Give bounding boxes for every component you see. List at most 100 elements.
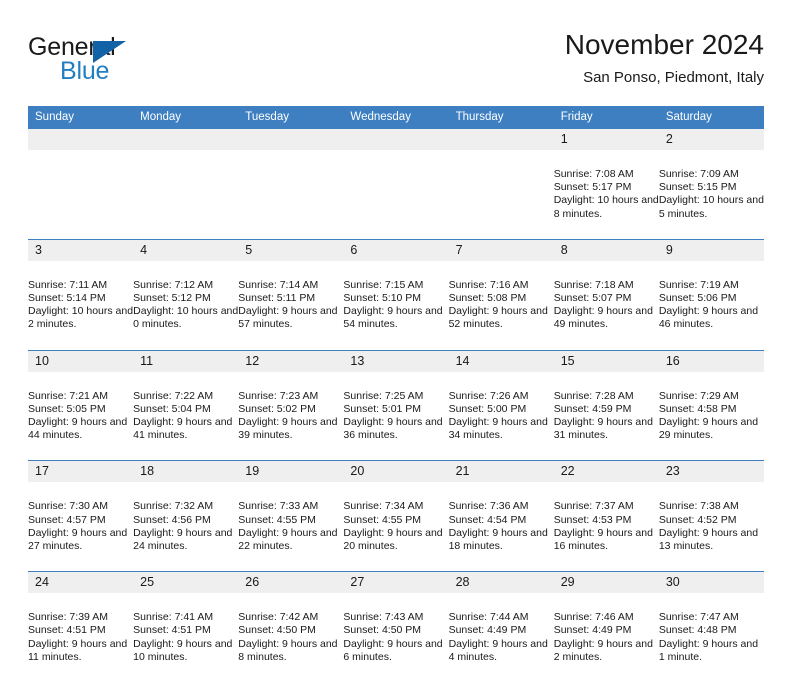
daylight-text: Daylight: 9 hours and 39 minutes. — [238, 416, 343, 442]
day-number: 20 — [343, 461, 448, 482]
day-cell[interactable]: 4 Sunrise: 7:12 AM Sunset: 5:12 PM Dayli… — [133, 239, 238, 350]
day-cell[interactable]: 29 Sunrise: 7:46 AM Sunset: 4:49 PM Dayl… — [554, 572, 659, 682]
day-cell[interactable] — [28, 129, 133, 240]
day-cell[interactable]: 18 Sunrise: 7:32 AM Sunset: 4:56 PM Dayl… — [133, 461, 238, 572]
sunrise-text: Sunrise: 7:30 AM — [28, 500, 133, 513]
day-cell[interactable]: 2 Sunrise: 7:09 AM Sunset: 5:15 PM Dayli… — [659, 129, 764, 240]
sunset-text: Sunset: 5:02 PM — [238, 403, 343, 416]
day-cell[interactable]: 6 Sunrise: 7:15 AM Sunset: 5:10 PM Dayli… — [343, 239, 448, 350]
daylight-text: Daylight: 9 hours and 54 minutes. — [343, 305, 448, 331]
day-details: Sunrise: 7:15 AM Sunset: 5:10 PM Dayligh… — [343, 262, 448, 348]
day-number: 6 — [343, 240, 448, 261]
day-number: 17 — [28, 461, 133, 482]
day-number: 13 — [343, 351, 448, 372]
day-cell[interactable] — [133, 129, 238, 240]
daylight-text: Daylight: 9 hours and 27 minutes. — [28, 527, 133, 553]
day-cell[interactable]: 27 Sunrise: 7:43 AM Sunset: 4:50 PM Dayl… — [343, 572, 448, 682]
sunrise-text: Sunrise: 7:11 AM — [28, 279, 133, 292]
day-number: 10 — [28, 351, 133, 372]
day-details: Sunrise: 7:23 AM Sunset: 5:02 PM Dayligh… — [238, 373, 343, 459]
day-details: Sunrise: 7:12 AM Sunset: 5:12 PM Dayligh… — [133, 262, 238, 348]
day-details: Sunrise: 7:41 AM Sunset: 4:51 PM Dayligh… — [133, 594, 238, 680]
day-cell[interactable]: 19 Sunrise: 7:33 AM Sunset: 4:55 PM Dayl… — [238, 461, 343, 572]
calendar-page: General Blue November 2024 San Ponso, Pi… — [0, 0, 792, 612]
day-cell[interactable]: 20 Sunrise: 7:34 AM Sunset: 4:55 PM Dayl… — [343, 461, 448, 572]
sunrise-text: Sunrise: 7:18 AM — [554, 279, 659, 292]
day-cell[interactable]: 30 Sunrise: 7:47 AM Sunset: 4:48 PM Dayl… — [659, 572, 764, 682]
daylight-text: Daylight: 9 hours and 44 minutes. — [28, 416, 133, 442]
day-cell[interactable]: 7 Sunrise: 7:16 AM Sunset: 5:08 PM Dayli… — [449, 239, 554, 350]
day-cell[interactable]: 25 Sunrise: 7:41 AM Sunset: 4:51 PM Dayl… — [133, 572, 238, 682]
day-cell[interactable]: 3 Sunrise: 7:11 AM Sunset: 5:14 PM Dayli… — [28, 239, 133, 350]
sunset-text: Sunset: 5:08 PM — [449, 292, 554, 305]
day-details: Sunrise: 7:36 AM Sunset: 4:54 PM Dayligh… — [449, 483, 554, 569]
day-cell[interactable]: 8 Sunrise: 7:18 AM Sunset: 5:07 PM Dayli… — [554, 239, 659, 350]
sunset-text: Sunset: 5:00 PM — [449, 403, 554, 416]
day-cell[interactable]: 14 Sunrise: 7:26 AM Sunset: 5:00 PM Dayl… — [449, 350, 554, 461]
sunset-text: Sunset: 4:51 PM — [133, 624, 238, 637]
sunrise-text: Sunrise: 7:32 AM — [133, 500, 238, 513]
day-cell[interactable]: 1 Sunrise: 7:08 AM Sunset: 5:17 PM Dayli… — [554, 129, 659, 240]
sunset-text: Sunset: 4:50 PM — [343, 624, 448, 637]
day-number: 2 — [659, 129, 764, 150]
sunset-text: Sunset: 5:11 PM — [238, 292, 343, 305]
sunset-text: Sunset: 4:56 PM — [133, 514, 238, 527]
day-cell[interactable]: 9 Sunrise: 7:19 AM Sunset: 5:06 PM Dayli… — [659, 239, 764, 350]
daylight-text: Daylight: 9 hours and 16 minutes. — [554, 527, 659, 553]
logo-text-blue: Blue — [60, 57, 109, 86]
sunrise-text: Sunrise: 7:14 AM — [238, 279, 343, 292]
day-cell[interactable]: 11 Sunrise: 7:22 AM Sunset: 5:04 PM Dayl… — [133, 350, 238, 461]
day-cell[interactable]: 5 Sunrise: 7:14 AM Sunset: 5:11 PM Dayli… — [238, 239, 343, 350]
daylight-text: Daylight: 10 hours and 8 minutes. — [554, 194, 659, 220]
day-number: 21 — [449, 461, 554, 482]
daylight-text: Daylight: 10 hours and 2 minutes. — [28, 305, 133, 331]
day-number: 11 — [133, 351, 238, 372]
day-details — [343, 151, 356, 166]
weekday-header-row: Sunday Monday Tuesday Wednesday Thursday… — [28, 106, 764, 129]
sunset-text: Sunset: 4:55 PM — [343, 514, 448, 527]
sunset-text: Sunset: 4:57 PM — [28, 514, 133, 527]
sunrise-text: Sunrise: 7:47 AM — [659, 611, 764, 624]
day-cell[interactable]: 24 Sunrise: 7:39 AM Sunset: 4:51 PM Dayl… — [28, 572, 133, 682]
day-cell[interactable]: 15 Sunrise: 7:28 AM Sunset: 4:59 PM Dayl… — [554, 350, 659, 461]
sunrise-text: Sunrise: 7:08 AM — [554, 168, 659, 181]
day-cell[interactable]: 26 Sunrise: 7:42 AM Sunset: 4:50 PM Dayl… — [238, 572, 343, 682]
day-details: Sunrise: 7:28 AM Sunset: 4:59 PM Dayligh… — [554, 373, 659, 459]
sunrise-text: Sunrise: 7:38 AM — [659, 500, 764, 513]
day-number: 19 — [238, 461, 343, 482]
day-cell[interactable]: 22 Sunrise: 7:37 AM Sunset: 4:53 PM Dayl… — [554, 461, 659, 572]
daylight-text: Daylight: 9 hours and 36 minutes. — [343, 416, 448, 442]
daylight-text: Daylight: 9 hours and 46 minutes. — [659, 305, 764, 331]
daylight-text: Daylight: 9 hours and 2 minutes. — [554, 638, 659, 664]
day-cell[interactable]: 10 Sunrise: 7:21 AM Sunset: 5:05 PM Dayl… — [28, 350, 133, 461]
day-details: Sunrise: 7:47 AM Sunset: 4:48 PM Dayligh… — [659, 594, 764, 680]
day-number — [343, 129, 448, 150]
day-cell[interactable]: 16 Sunrise: 7:29 AM Sunset: 4:58 PM Dayl… — [659, 350, 764, 461]
day-details: Sunrise: 7:34 AM Sunset: 4:55 PM Dayligh… — [343, 483, 448, 569]
day-cell[interactable]: 23 Sunrise: 7:38 AM Sunset: 4:52 PM Dayl… — [659, 461, 764, 572]
day-number: 1 — [554, 129, 659, 150]
day-number: 8 — [554, 240, 659, 261]
sunrise-text: Sunrise: 7:41 AM — [133, 611, 238, 624]
day-cell[interactable]: 17 Sunrise: 7:30 AM Sunset: 4:57 PM Dayl… — [28, 461, 133, 572]
day-number: 29 — [554, 572, 659, 593]
day-cell[interactable] — [449, 129, 554, 240]
day-cell[interactable] — [238, 129, 343, 240]
daylight-text: Daylight: 9 hours and 4 minutes. — [449, 638, 554, 664]
day-details — [133, 151, 146, 166]
day-cell[interactable] — [343, 129, 448, 240]
day-number: 7 — [449, 240, 554, 261]
day-cell[interactable]: 28 Sunrise: 7:44 AM Sunset: 4:49 PM Dayl… — [449, 572, 554, 682]
day-number — [449, 129, 554, 150]
day-number: 14 — [449, 351, 554, 372]
day-number: 16 — [659, 351, 764, 372]
day-number: 3 — [28, 240, 133, 261]
day-cell[interactable]: 13 Sunrise: 7:25 AM Sunset: 5:01 PM Dayl… — [343, 350, 448, 461]
sunrise-text: Sunrise: 7:44 AM — [449, 611, 554, 624]
day-cell[interactable]: 21 Sunrise: 7:36 AM Sunset: 4:54 PM Dayl… — [449, 461, 554, 572]
day-cell[interactable]: 12 Sunrise: 7:23 AM Sunset: 5:02 PM Dayl… — [238, 350, 343, 461]
day-number — [28, 129, 133, 150]
sunrise-text: Sunrise: 7:37 AM — [554, 500, 659, 513]
day-details: Sunrise: 7:18 AM Sunset: 5:07 PM Dayligh… — [554, 262, 659, 348]
sunset-text: Sunset: 4:58 PM — [659, 403, 764, 416]
